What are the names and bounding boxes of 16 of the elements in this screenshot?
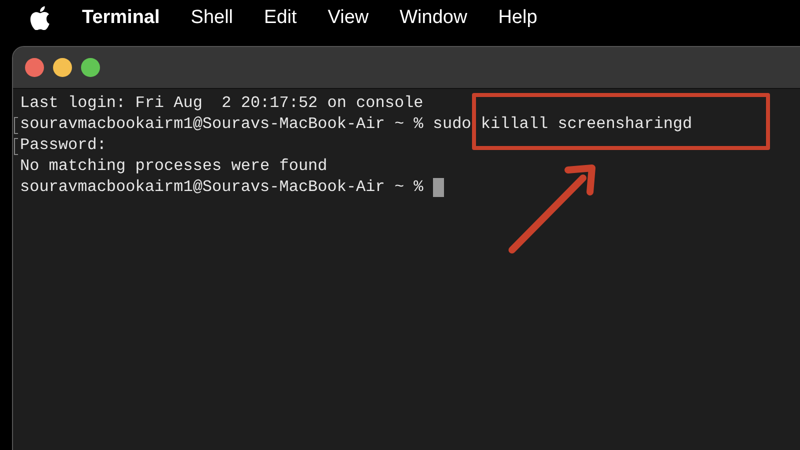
shell-prompt: souravmacbookairm1@Souravs-MacBook-Air ~ %: [20, 177, 424, 198]
menu-item[interactable]: Edit: [264, 7, 297, 29]
menu-item[interactable]: Help: [498, 7, 538, 29]
zoom-button[interactable]: [81, 58, 100, 77]
terminal-output: No matching processes were found: [20, 156, 328, 177]
terminal-output: Password:: [20, 135, 106, 156]
close-button[interactable]: [25, 58, 44, 77]
menu-item[interactable]: View: [328, 7, 369, 29]
menu-item[interactable]: Window: [400, 7, 468, 29]
minimize-button[interactable]: [53, 58, 72, 77]
terminal-output: sudo killall screensharingd: [432, 114, 692, 135]
shell-prompt: souravmacbookairm1@Souravs-MacBook-Air ~ %: [20, 114, 424, 135]
apple-logo-icon[interactable]: [30, 6, 50, 30]
menu-item[interactable]: Shell: [190, 7, 234, 29]
terminal-output: Last login: Fri Aug 2 20:17:52 on console: [20, 93, 424, 114]
app-menu[interactable]: Terminal: [82, 7, 160, 29]
